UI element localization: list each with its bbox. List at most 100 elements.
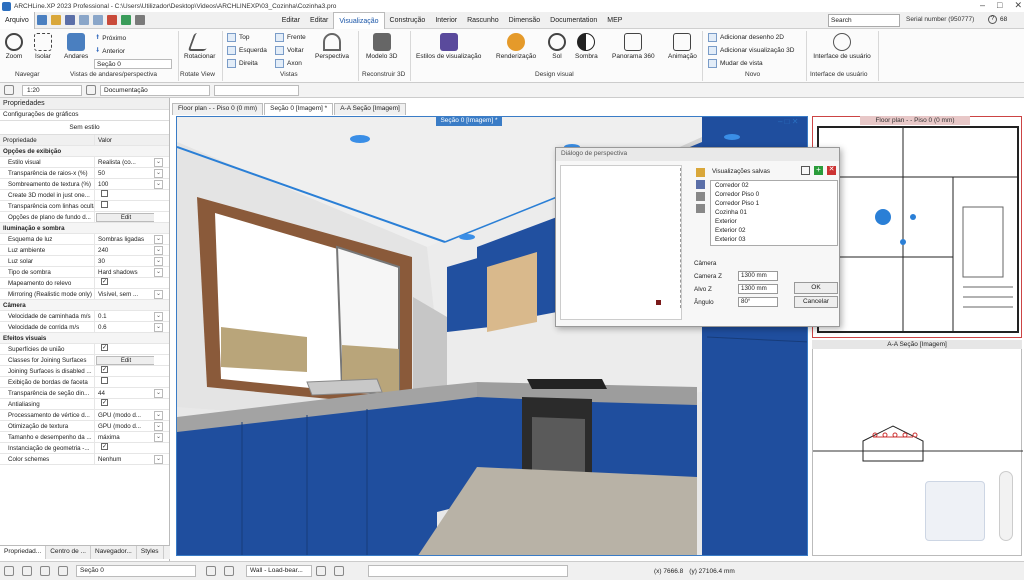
property-row[interactable]: Opções de plano de fundo d... Edit [0,211,169,223]
andares-button[interactable]: Andares [64,33,88,60]
isolar-button[interactable]: Isolar [34,33,52,60]
tab-secao0[interactable]: Seção 0 [Imagem] * [264,103,334,115]
chevron-down-icon[interactable]: ⌄ [154,388,163,398]
menu-rascunho[interactable]: Rascunho [462,12,504,29]
chevron-down-icon[interactable]: ⌄ [154,410,163,420]
list-item[interactable]: Corredor Piso 0 [711,190,837,199]
list-item[interactable]: Exterior [711,217,837,226]
layers-icon[interactable] [58,566,68,576]
notification-badge[interactable]: 68 [1000,16,1007,23]
property-value[interactable]: ✓ [94,365,154,377]
property-row[interactable]: Mirroring (Realistic mode only) Visível, … [0,288,169,300]
property-value[interactable]: Edit [94,211,154,223]
property-value[interactable]: 240 [94,244,154,256]
pointer-icon[interactable] [4,85,14,95]
property-value[interactable]: 50 [94,167,154,179]
right-view-button[interactable]: Direita [227,59,258,68]
folder-icon[interactable] [696,168,705,177]
menu-construcao[interactable]: Construção [385,12,431,29]
axon-view-button[interactable]: Axon [275,59,302,68]
property-row[interactable]: Create 3D model in just one... [0,189,169,201]
animacao-button[interactable]: Animação [668,33,697,60]
property-row[interactable]: Mapeamento do relevo ✓ [0,277,169,289]
saved-views-list[interactable]: Corredor 02 Corredor Piso 0 Corredor Piso … [710,180,838,246]
panorama-button[interactable]: Panorama 360 [612,33,655,60]
property-value[interactable]: Edit [94,354,154,366]
property-row[interactable]: Tamanho e desempenho da ... máxima ⌄ [0,431,169,443]
property-row[interactable]: Transparência de seção din... 44 ⌄ [0,387,169,399]
sombra-button[interactable]: Sombra [575,33,598,60]
add-desenho-button[interactable]: Adicionar desenho 2D [708,33,784,42]
viewport-window-controls[interactable]: – □ ✕ [778,117,798,126]
new-file-icon[interactable] [36,15,47,25]
menu-documentation[interactable]: Documentation [545,12,602,29]
property-row[interactable]: Classes for Joining Surfaces Edit [0,354,169,366]
arrow-down-icon[interactable] [224,566,234,576]
arrow-up-icon[interactable] [206,566,216,576]
property-value[interactable]: ✓ [94,277,154,289]
chevron-down-icon[interactable]: ⌄ [154,322,163,332]
property-row[interactable]: Esquema de luz Sombras ligadas ⌄ [0,233,169,245]
documentation-select[interactable]: Documentação [100,84,210,96]
tab-centro[interactable]: Centro de ... [46,546,91,559]
property-row[interactable]: Tipo de sombra Hard shadows ⌄ [0,266,169,278]
menu-visualizacao[interactable]: Visualização [333,11,385,29]
property-value[interactable]: Nenhum [94,453,154,465]
chevron-down-icon[interactable]: ⌄ [154,454,163,464]
angulo-input[interactable]: 80° [738,297,778,307]
property-value[interactable]: 0.6 [94,321,154,333]
renderizacao-button[interactable]: Renderização [496,33,536,60]
tab-navegador[interactable]: Navegador... [91,546,137,559]
delete-icon[interactable] [106,15,117,25]
minimize-icon[interactable]: – [980,0,985,11]
redo-icon[interactable] [92,15,103,25]
measure-icon[interactable] [120,15,131,25]
camera-marker[interactable] [656,300,661,305]
dimension-icon[interactable] [334,566,344,576]
chevron-down-icon[interactable]: ⌄ [154,234,163,244]
property-value[interactable]: ✓ [94,343,154,355]
property-row[interactable]: Processamento de vértice d... GPU (modo d… [0,409,169,421]
height-slider[interactable] [680,168,688,308]
checkbox[interactable]: ✓ [101,442,108,450]
perspective-canvas[interactable] [560,165,682,320]
checkbox[interactable]: ✓ [101,277,108,285]
zoom-out-icon[interactable] [696,204,705,213]
save-icon[interactable] [64,15,75,25]
settings-icon[interactable] [134,15,145,25]
checkbox[interactable]: ✓ [101,398,108,406]
navigation-cube[interactable] [925,481,985,541]
chevron-down-icon[interactable]: ⌄ [154,245,163,255]
list-item[interactable]: Corredor 02 [711,181,837,190]
zoom-button[interactable]: Zoom [5,33,23,60]
undo-icon[interactable] [78,15,89,25]
list-item[interactable]: Exterior 03 [711,235,837,244]
tab-aa-secao[interactable]: A-A Seção [Imagem] [334,103,406,115]
property-value[interactable]: 0.1 [94,310,154,322]
property-row[interactable]: Antialiasing ✓ [0,398,169,410]
property-row[interactable]: Joining Surfaces is disabled ... ✓ [0,365,169,377]
property-row[interactable]: Exibição de bordas de faceta [0,376,169,388]
add-vis3d-button[interactable]: Adicionar visualização 3D [708,46,794,55]
property-value[interactable]: GPU (modo d... [94,409,154,421]
property-value[interactable]: Sombras ligadas [94,233,154,245]
add-view-icon[interactable]: + [814,166,823,175]
camera-icon[interactable] [696,180,705,189]
interface-button[interactable]: Interface de usuário [810,33,874,60]
top-view-button[interactable]: Top [227,33,249,42]
section-status-select[interactable]: Seção 0 [76,565,196,577]
checkbox[interactable] [101,200,108,208]
property-row[interactable]: Luz solar 30 ⌄ [0,255,169,267]
list-item[interactable]: Corredor Piso 1 [711,199,837,208]
property-value[interactable] [94,189,154,201]
chevron-down-icon[interactable]: ⌄ [154,157,163,167]
menu-dimensao[interactable]: Dimensão [504,12,546,29]
property-row[interactable]: Estilo visual Realista (co... ⌄ [0,156,169,168]
property-value[interactable]: 44 [94,387,154,399]
menu-editar-2[interactable]: Editar [305,12,333,29]
proximo-button[interactable]: 🠙 Próximo [96,33,126,44]
maximize-icon[interactable]: □ [997,0,1002,11]
grid-icon[interactable] [22,566,32,576]
save-view-icon[interactable] [801,166,810,175]
left-view-button[interactable]: Esquerda [227,46,267,55]
